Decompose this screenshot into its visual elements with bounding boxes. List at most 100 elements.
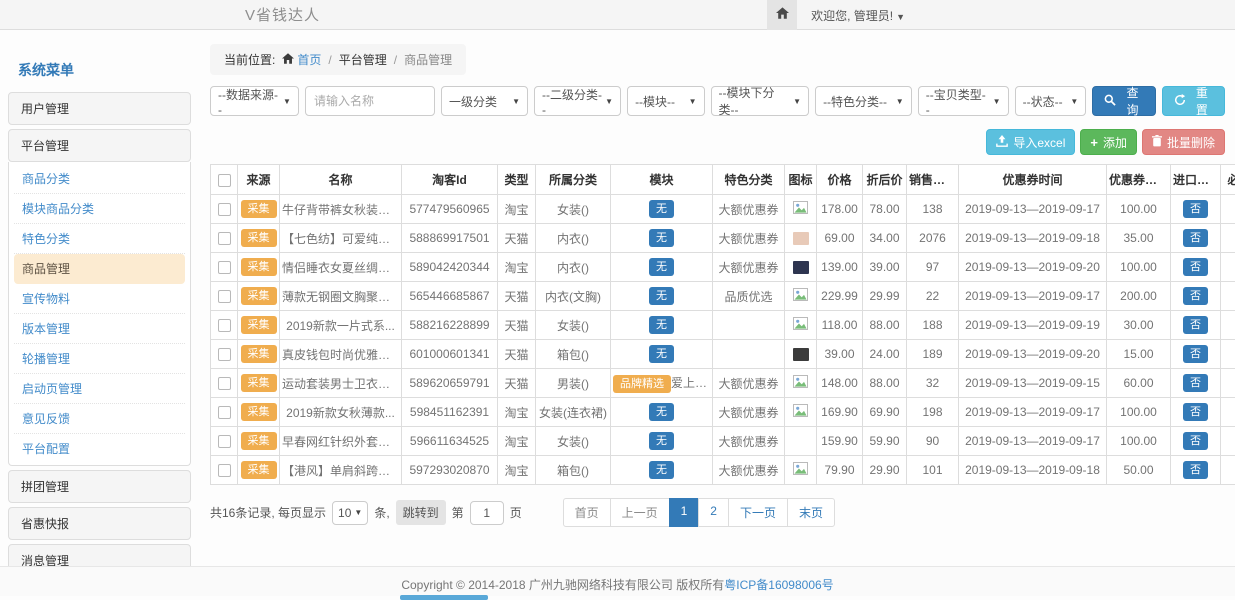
sidebar-item-商品管理[interactable]: 商品管理 (14, 254, 185, 284)
pagination-bar: 共16条记录, 每页显示 10▼ 条, 跳转到 第 页 首页上一页12下一页末页 (210, 498, 1225, 527)
import-excel-button[interactable]: 导入excel (986, 129, 1075, 155)
module-cell: 无 (611, 456, 713, 485)
module-badge: 品牌精选 (613, 375, 671, 393)
sidebar-group-平台管理[interactable]: 平台管理 (8, 129, 191, 162)
item-type-select[interactable]: --宝贝类型--▼ (918, 86, 1009, 116)
source-cell: 采集 (238, 398, 280, 427)
sidebar-item-版本管理[interactable]: 版本管理 (14, 314, 185, 344)
row-select-cell (211, 224, 238, 253)
row-checkbox[interactable] (218, 232, 231, 245)
batch-delete-button[interactable]: 批量删除 (1142, 129, 1225, 155)
page-button-上一页[interactable]: 上一页 (610, 498, 670, 527)
coupon-time-cell: 2019-09-13—2019-09-15 (959, 369, 1107, 398)
jump-page-input[interactable] (470, 501, 504, 525)
taoke-id-cell: 596611634525 (402, 427, 498, 456)
import-select-cell: 否 (1171, 369, 1221, 398)
select-all-checkbox[interactable] (218, 174, 231, 187)
sidebar-item-宣传物料[interactable]: 宣传物料 (14, 284, 185, 314)
breadcrumb-home-link[interactable]: 首页 (282, 51, 321, 68)
add-button[interactable]: + 添加 (1080, 129, 1137, 155)
sidebar-group-省惠快报[interactable]: 省惠快报 (8, 507, 191, 540)
row-checkbox[interactable] (218, 377, 231, 390)
jump-to-button[interactable]: 跳转到 (396, 500, 446, 525)
page-button-首页[interactable]: 首页 (563, 498, 611, 527)
level1-category-select[interactable]: 一级分类▼ (441, 86, 528, 116)
name-input[interactable] (305, 86, 435, 116)
sidebar-group-用户管理[interactable]: 用户管理 (8, 92, 191, 125)
sidebar-item-轮播管理[interactable]: 轮播管理 (14, 344, 185, 374)
featured-category-select[interactable]: --特色分类--▼ (815, 86, 912, 116)
category-cell: 箱包() (536, 456, 611, 485)
page-button-1[interactable]: 1 (669, 498, 700, 527)
column-header-名称: 名称 (280, 165, 402, 195)
level2-category-select[interactable]: --二级分类--▼ (534, 86, 621, 116)
taoke-id-cell: 601000601341 (402, 340, 498, 369)
source-badge: 采集 (241, 258, 277, 276)
must-buy-cell: 否 (1221, 224, 1235, 253)
module-none-badge[interactable]: 无 (649, 403, 674, 421)
module-select[interactable]: --模块--▼ (627, 86, 704, 116)
row-checkbox[interactable] (218, 290, 231, 303)
import-select-toggle[interactable]: 否 (1183, 200, 1208, 218)
row-checkbox[interactable] (218, 203, 231, 216)
per-page-select[interactable]: 10▼ (332, 501, 368, 525)
module-none-badge[interactable]: 无 (649, 316, 674, 334)
import-select-cell: 否 (1171, 253, 1221, 282)
sidebar-item-模块商品分类[interactable]: 模块商品分类 (14, 194, 185, 224)
import-select-cell: 否 (1171, 311, 1221, 340)
sidebar-item-商品分类[interactable]: 商品分类 (14, 164, 185, 194)
sidebar-item-意见反馈[interactable]: 意见反馈 (14, 404, 185, 434)
row-checkbox[interactable] (218, 261, 231, 274)
module-none-badge[interactable]: 无 (649, 432, 674, 450)
page-button-下一页[interactable]: 下一页 (728, 498, 788, 527)
row-checkbox[interactable] (218, 319, 231, 332)
home-icon (282, 53, 294, 67)
module-none-badge[interactable]: 无 (649, 229, 674, 247)
import-select-toggle[interactable]: 否 (1183, 258, 1208, 276)
taoke-id-cell: 588216228899 (402, 311, 498, 340)
column-header-类型: 类型 (498, 165, 536, 195)
sidebar-item-平台配置[interactable]: 平台配置 (14, 434, 185, 463)
icp-link[interactable]: 粤ICP备16098006号 (724, 578, 833, 592)
import-select-toggle[interactable]: 否 (1183, 287, 1208, 305)
module-subcategory-select[interactable]: --模块下分类--▼ (711, 86, 810, 116)
discount-price-cell: 34.00 (863, 224, 907, 253)
import-select-toggle[interactable]: 否 (1183, 316, 1208, 334)
page-button-末页[interactable]: 末页 (787, 498, 835, 527)
module-none-badge[interactable]: 无 (649, 200, 674, 218)
home-button[interactable] (767, 0, 797, 30)
query-button[interactable]: 查询 (1092, 86, 1155, 116)
horizontal-scrollbar-thumb[interactable] (400, 595, 488, 600)
sidebar-item-特色分类[interactable]: 特色分类 (14, 224, 185, 254)
module-none-badge[interactable]: 无 (649, 287, 674, 305)
module-none-badge[interactable]: 无 (649, 258, 674, 276)
category-cell: 女装() (536, 311, 611, 340)
row-checkbox[interactable] (218, 435, 231, 448)
icon-cell (785, 195, 817, 224)
sidebar-item-启动页管理[interactable]: 启动页管理 (14, 374, 185, 404)
must-buy-cell: 否 (1221, 340, 1235, 369)
category-cell: 内衣(文胸) (536, 282, 611, 311)
module-none-badge[interactable]: 无 (649, 461, 674, 479)
user-menu[interactable]: 欢迎您, 管理员!▼ (811, 7, 905, 24)
row-checkbox[interactable] (218, 348, 231, 361)
row-checkbox[interactable] (218, 406, 231, 419)
taoke-id-cell: 589620659791 (402, 369, 498, 398)
sidebar-group-拼团管理[interactable]: 拼团管理 (8, 470, 191, 503)
column-header-淘客Id: 淘客Id (402, 165, 498, 195)
icon-cell (785, 253, 817, 282)
import-select-toggle[interactable]: 否 (1183, 432, 1208, 450)
import-select-toggle[interactable]: 否 (1183, 461, 1208, 479)
import-select-toggle[interactable]: 否 (1183, 403, 1208, 421)
table-row: 采集早春网红针织外套女春...596611634525淘宝女装()无大额优惠券1… (211, 427, 1235, 456)
row-checkbox[interactable] (218, 464, 231, 477)
module-none-badge[interactable]: 无 (649, 345, 674, 363)
reset-button[interactable]: 重置 (1162, 86, 1225, 116)
data-source-select[interactable]: --数据来源--▼ (210, 86, 299, 116)
status-select[interactable]: --状态--▼ (1015, 86, 1087, 116)
import-select-toggle[interactable]: 否 (1183, 345, 1208, 363)
import-select-toggle[interactable]: 否 (1183, 374, 1208, 392)
import-select-toggle[interactable]: 否 (1183, 229, 1208, 247)
page-button-2[interactable]: 2 (698, 498, 729, 527)
sales-cell: 101 (907, 456, 959, 485)
